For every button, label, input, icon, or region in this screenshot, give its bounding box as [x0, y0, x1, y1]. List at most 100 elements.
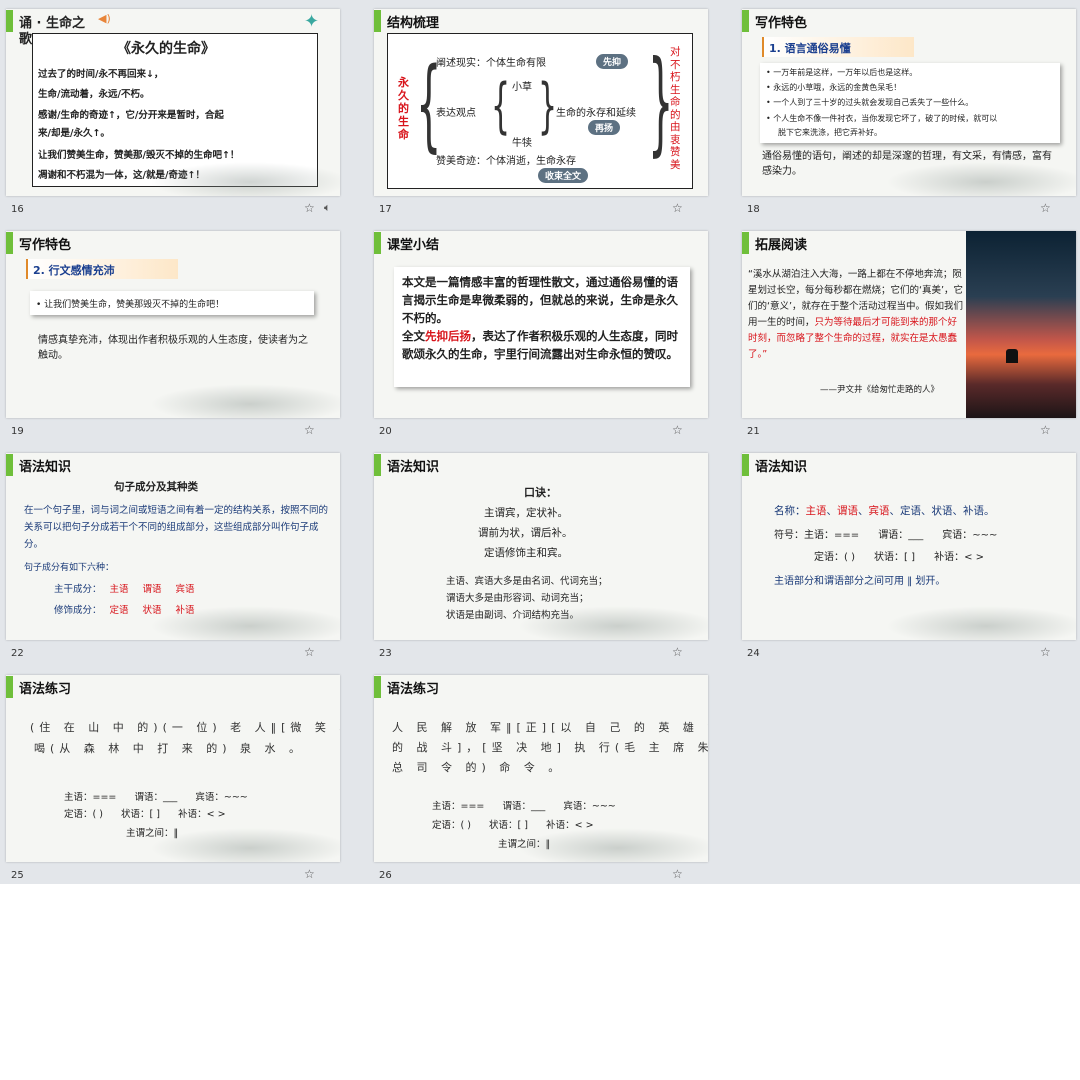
star-icon[interactable]: ☆	[304, 423, 315, 437]
title-accent-bar	[6, 232, 13, 254]
bullet-text: 一个人到了三十岁的过头就会发现自己丢失了一些什么。	[773, 98, 974, 107]
summary-paragraph: 全文先抑后扬，表达了作者积极乐观的人生态度，同时歌颂永久的生命，宇里行间流露出对…	[402, 327, 682, 363]
bullet-item: • 让我们赞美生命，赞美那毁灭不掉的生命吧！	[36, 300, 225, 310]
star-icon[interactable]: ☆	[672, 645, 683, 659]
slide-20[interactable]: 课堂小结 本文是一篇情感丰富的哲理性散文，通过通俗易懂的语言揭示生命是卑微柔弱的…	[374, 231, 708, 418]
title-accent-bar	[374, 454, 381, 476]
slide-title: 写作特色	[19, 238, 72, 253]
diagram-tag: 收束全文	[538, 168, 589, 183]
exercise-sentence: 的 战 斗]，[坚 决 地] 执 行(毛 主 席 朱	[392, 741, 708, 754]
slide-22[interactable]: 语法知识 句子成分及其种类 在一个句子里，词与词之间或短语之间有着一定的结构关系…	[6, 453, 340, 640]
slide-title: 结构梳理	[387, 16, 440, 31]
star-icon[interactable]: ☆	[672, 867, 683, 881]
ink-decoration	[886, 606, 1076, 640]
slide-thumbnail-19[interactable]: 写作特色 2. 行文感情充沛 • 让我们赞美生命，赞美那毁灭不掉的生命吧！ 情感…	[6, 231, 340, 441]
component-name: 谓语	[142, 584, 162, 595]
slide-thumbnail-22[interactable]: 语法知识 句子成分及其种类 在一个句子里，词与词之间或短语之间有着一定的结构关系…	[6, 453, 340, 663]
symbol-legend: 符号：主语：=== 谓语：___ 宾语：~~~	[774, 530, 998, 541]
bullet-text: 一万年前是这样，一万年以后也是这样。	[773, 68, 918, 77]
slide-thumbnail-21[interactable]: 拓展阅读 “溪水从湖泊注入大海，一路上都在不停地奔流；陨星划过长空，每分每秒都在…	[742, 231, 1076, 441]
bullet-item: • 一万年前是这样，一万年以后也是这样。	[766, 68, 918, 77]
reading-excerpt: “溪水从湖泊注入大海，一路上都在不停地奔流；陨星划过长空，每分每秒都在燃烧；它们…	[748, 267, 964, 363]
slide-thumbnail-17[interactable]: 结构梳理 永久的生命 { 阐述现实：个体生命有限 先抑 表达观点 { 小草 牛犊…	[374, 9, 708, 219]
slide-number: 25	[11, 870, 24, 881]
slide-thumbnail-23[interactable]: 语法知识 口诀： 主谓宾，定状补。 谓前为状，谓后补。 定语修饰主和宾。 主语、…	[374, 453, 708, 663]
slide-title: 写作特色	[755, 16, 808, 31]
summary-text: 全文	[402, 329, 425, 343]
note-line: 谓语大多是由形容词、动词充当；	[446, 593, 589, 604]
diagram-leaf: 牛犊	[512, 138, 532, 149]
excerpt-source: ——尹文井《给匆忙走路的人》	[820, 385, 940, 395]
slide-23[interactable]: 语法知识 口诀： 主谓宾，定状补。 谓前为状，谓后补。 定语修饰主和宾。 主语、…	[374, 453, 708, 640]
star-icon[interactable]: ☆	[1040, 645, 1051, 659]
component-names: 名称：主语、谓语、宾语、定语、状语、补语。	[774, 505, 995, 517]
rhyme-line: 谓前为状，谓后补。	[478, 527, 573, 539]
ink-decoration	[150, 828, 340, 862]
poem-line: 生命/流动着，永远/不朽。	[38, 89, 150, 100]
slide-title: 课堂小结	[387, 238, 440, 253]
slide-thumbnail-25[interactable]: 语法练习 (住 在 山 中 的)(一 位) 老 人‖[微 笑 着] 喝(从 森 …	[6, 675, 340, 885]
slide-number: 23	[379, 648, 392, 659]
slide-number: 19	[11, 426, 24, 437]
symbol-legend: 定语：( ) 状语：[ ] 补语：< >	[432, 820, 594, 831]
slide-thumbnail-16[interactable]: 诵 · 生命之 歌 ◀) ✦ 《永久的生命》 过去了的时间/永不再回来↓， 生命…	[6, 9, 340, 219]
poem-line: 过去了的时间/永不再回来↓，	[38, 69, 164, 80]
slide-19[interactable]: 写作特色 2. 行文感情充沛 • 让我们赞美生命，赞美那毁灭不掉的生命吧！ 情感…	[6, 231, 340, 418]
slide-17[interactable]: 结构梳理 永久的生命 { 阐述现实：个体生命有限 先抑 表达观点 { 小草 牛犊…	[374, 9, 708, 196]
bullet-text: 永远的小草哦，永远的金黄色呆毛！	[773, 83, 902, 92]
star-icon[interactable]: ☆	[672, 201, 683, 215]
slide-24[interactable]: 语法知识 名称：主语、谓语、宾语、定语、状语、补语。 符号：主语：=== 谓语：…	[742, 453, 1076, 640]
poem-line: 来/却是/永久↑。	[38, 128, 110, 139]
symbol-legend: 定语：( ) 状语：[ ] 补语：< >	[64, 809, 226, 820]
slide-16[interactable]: 诵 · 生命之 歌 ◀) ✦ 《永久的生命》 过去了的时间/永不再回来↓， 生命…	[6, 9, 340, 196]
ink-decoration	[518, 606, 708, 640]
star-icon[interactable]: ☆	[1040, 423, 1051, 437]
brace-icon: {	[491, 72, 511, 142]
diagram-leaf: 小草	[512, 82, 532, 93]
bullet-item: • 一个人到了三十岁的过头就会发现自己丢失了一些什么。	[766, 98, 974, 107]
bullet-item: • 永远的小草哦，永远的金黄色呆毛！	[766, 83, 902, 92]
subtitle: 2. 行文感情充沛	[33, 264, 115, 277]
slide-number: 24	[747, 648, 760, 659]
component-name: 状语	[931, 505, 953, 517]
star-icon[interactable]: ☆	[1040, 201, 1051, 215]
category-label: 修饰成分：	[54, 605, 102, 616]
component-name: 谓语	[837, 505, 858, 517]
speaker-icon[interactable]: ◀)	[98, 12, 111, 25]
slide-thumbnail-20[interactable]: 课堂小结 本文是一篇情感丰富的哲理性散文，通过通俗易懂的语言揭示生命是卑微柔弱的…	[374, 231, 708, 441]
slide-25[interactable]: 语法练习 (住 在 山 中 的)(一 位) 老 人‖[微 笑 着] 喝(从 森 …	[6, 675, 340, 862]
slide-thumbnail-24[interactable]: 语法知识 名称：主语、谓语、宾语、定语、状语、补语。 符号：主语：=== 谓语：…	[742, 453, 1076, 663]
component-name: 主语	[109, 584, 129, 595]
slide-title: 语法知识	[19, 460, 72, 475]
diagram-conclusion: 对不朽生命的由衷赞美	[670, 46, 681, 171]
diagram-tag: 再扬	[588, 120, 621, 135]
slide-26[interactable]: 语法练习 人 民 解 放 军‖[正][以 自 己 的 英 雄 式 的 战 斗]，…	[374, 675, 708, 862]
diagram-branch: 赞美奇迹：个体消逝，生命永存	[436, 156, 576, 167]
bullet-text: 个人生命不像一件衬衣，当你发现它坏了，破了的时候，就可以	[773, 114, 998, 123]
brace-right-icon: }	[538, 72, 558, 142]
star-icon[interactable]: ☆	[304, 867, 315, 881]
slide-21[interactable]: 拓展阅读 “溪水从湖泊注入大海，一路上都在不停地奔流；陨星划过长空，每分每秒都在…	[742, 231, 1076, 418]
component-name: 主语	[805, 505, 827, 517]
title-accent-bar	[742, 454, 749, 476]
names-label: 名称：	[774, 505, 806, 517]
star-icon[interactable]: ☆	[304, 201, 315, 215]
star-icon[interactable]: ☆	[672, 423, 683, 437]
bullet-text: 让我们赞美生命，赞美那毁灭不掉的生命吧！	[44, 300, 225, 310]
slide-number: 17	[379, 204, 392, 215]
note-line: 主语、宾语大多是由名词、代词充当；	[446, 576, 608, 587]
slide-number: 21	[747, 426, 760, 437]
slide-thumbnail-18[interactable]: 写作特色 1. 语言通俗易懂 • 一万年前是这样，一万年以后也是这样。 • 永远…	[742, 9, 1076, 219]
ink-decoration	[150, 384, 340, 418]
slide-18[interactable]: 写作特色 1. 语言通俗易懂 • 一万年前是这样，一万年以后也是这样。 • 永远…	[742, 9, 1076, 196]
quote-box: • 一万年前是这样，一万年以后也是这样。 • 永远的小草哦，永远的金黄色呆毛！ …	[760, 63, 1060, 143]
component-name: 状语	[142, 605, 162, 616]
title-accent-bar	[742, 10, 749, 32]
star-icon[interactable]: ☆	[304, 645, 315, 659]
slide-thumbnail-26[interactable]: 语法练习 人 民 解 放 军‖[正][以 自 己 的 英 雄 式 的 战 斗]，…	[374, 675, 708, 885]
subtitle-box: 1. 语言通俗易懂	[762, 37, 914, 57]
title-accent-bar	[374, 676, 381, 698]
speaker-icon[interactable]: 🔈︎	[324, 201, 331, 215]
poem-line: 感谢/生命的奇迹↑，它/分开来是暂时，合起	[38, 110, 224, 121]
exercise-sentence: (住 在 山 中 的)(一 位) 老 人‖[微 笑 着]	[30, 721, 340, 734]
